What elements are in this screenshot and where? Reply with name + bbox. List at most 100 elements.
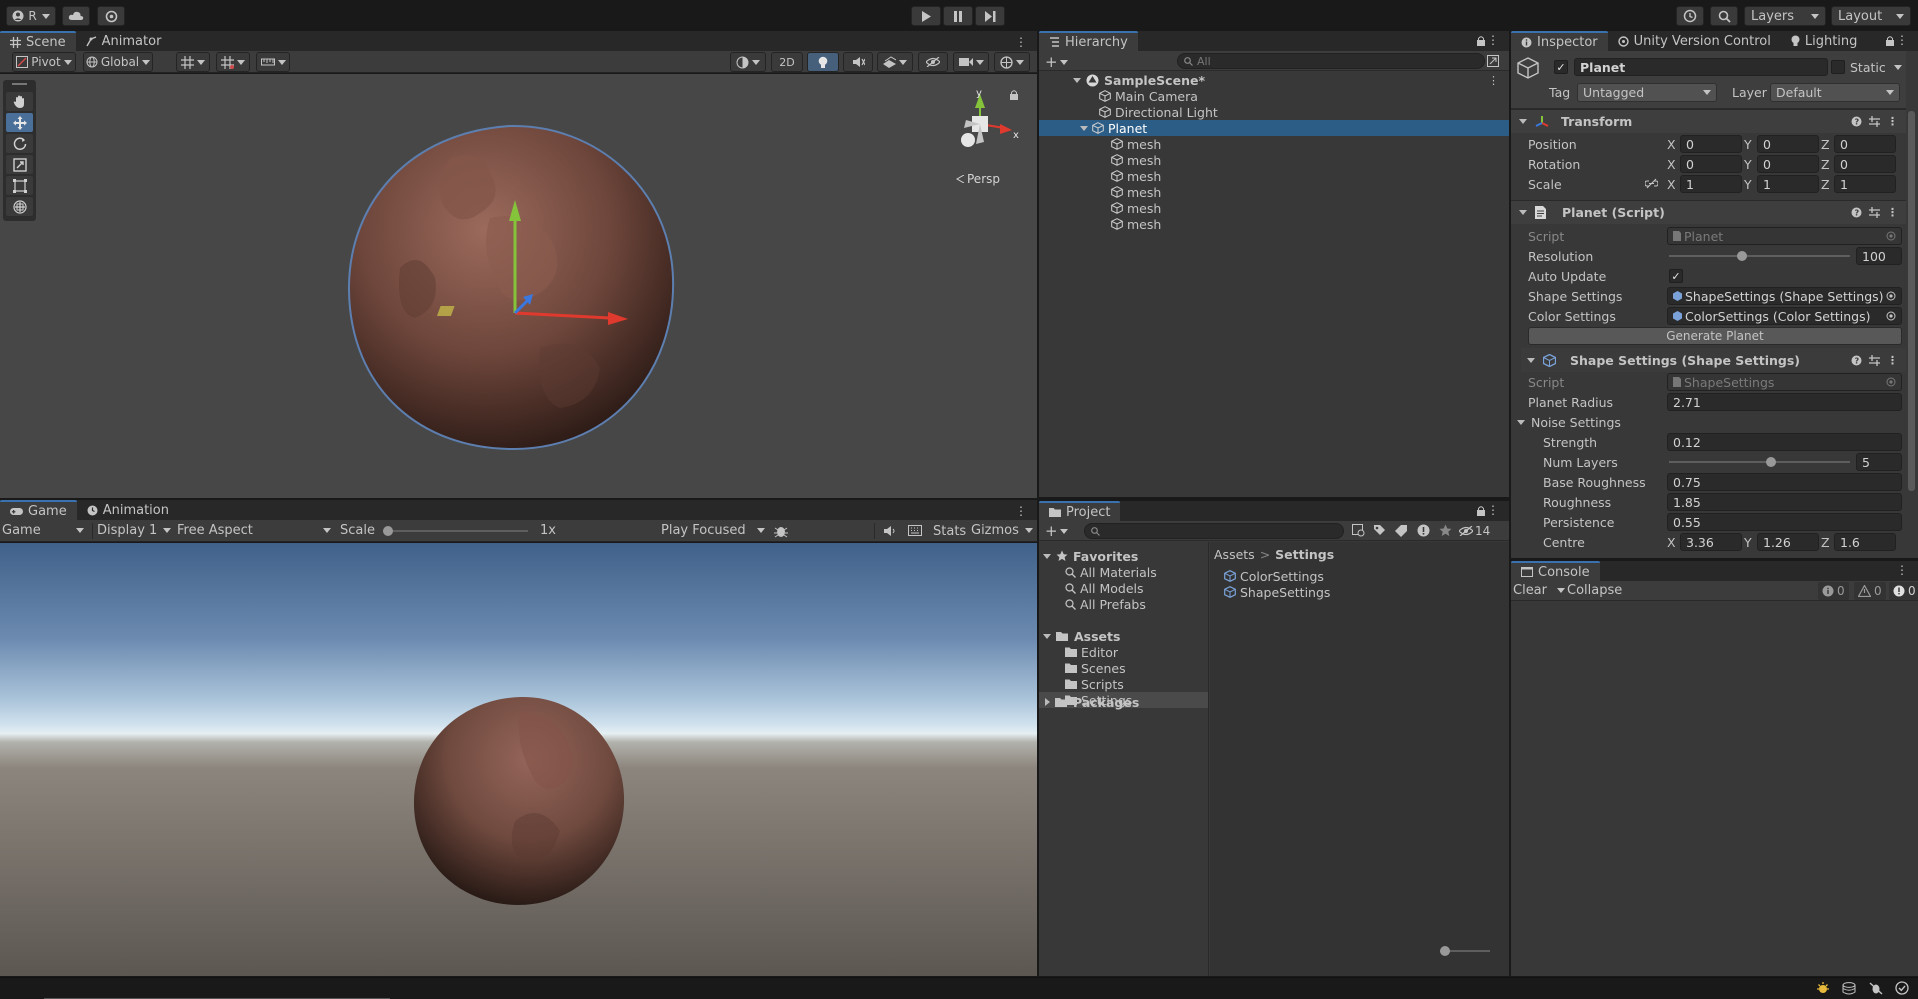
centre-z-field[interactable]: 1.6	[1834, 533, 1896, 551]
hierarchy-item[interactable]: mesh	[1039, 216, 1509, 232]
ruler-button[interactable]	[256, 52, 290, 72]
hidden-packages-toggle[interactable]: 14	[1459, 524, 1490, 538]
console-menu-icon[interactable]: ⋮	[1896, 563, 1908, 577]
debug-off-icon[interactable]	[1869, 982, 1883, 995]
active-checkbox[interactable]: ✓	[1554, 60, 1568, 74]
icon-size-thumb[interactable]	[1440, 946, 1450, 956]
account-button[interactable]: R	[6, 6, 56, 26]
asset-folder-item[interactable]: Editor	[1039, 644, 1208, 660]
status-check-icon[interactable]	[1895, 981, 1909, 995]
resolution-slider[interactable]	[1669, 249, 1850, 263]
tag-dropdown[interactable]: Untagged	[1577, 83, 1717, 102]
num-layers-field[interactable]: 5	[1856, 453, 1902, 471]
planet-script-header[interactable]: Planet (Script) ? ⋮	[1511, 200, 1906, 224]
hierarchy-item[interactable]: mesh	[1039, 184, 1509, 200]
scene-planet[interactable]	[340, 118, 680, 458]
lighting-toggle[interactable]	[807, 52, 839, 72]
component-menu-icon[interactable]: ⋮	[1887, 354, 1898, 367]
favorite-item[interactable]: All Prefabs	[1065, 596, 1146, 612]
tab-animation[interactable]: Animation	[77, 500, 179, 520]
base-roughness-field[interactable]: 0.75	[1667, 473, 1902, 491]
shape-settings-header[interactable]: Shape Settings (Shape Settings) ? ⋮	[1521, 348, 1906, 372]
color-settings-field[interactable]: ColorSettings (Color Settings)	[1667, 307, 1902, 325]
hierarchy-search[interactable]: All	[1177, 53, 1485, 69]
help-icon[interactable]: ?	[1851, 355, 1862, 366]
gizmo-lock-icon[interactable]	[1010, 90, 1018, 100]
pause-button[interactable]	[943, 6, 973, 26]
assets-header[interactable]: Assets	[1043, 628, 1120, 644]
play-button[interactable]	[911, 6, 941, 26]
visibility-toggle[interactable]	[918, 52, 948, 72]
project-search[interactable]	[1084, 523, 1344, 539]
tab-inspector[interactable]: Inspector	[1511, 31, 1608, 51]
scene-menu-icon[interactable]: ⋮	[1015, 35, 1027, 49]
object-picker-icon[interactable]	[1886, 291, 1896, 301]
static-dropdown-icon[interactable]	[1894, 65, 1902, 70]
camera-dropdown[interactable]	[953, 52, 989, 72]
tab-lighting[interactable]: Lighting	[1781, 31, 1868, 51]
rotation-y-field[interactable]: 0	[1757, 155, 1819, 173]
rotation-x-field[interactable]: 0	[1680, 155, 1742, 173]
hierarchy-add-button[interactable]: +	[1045, 53, 1068, 71]
audio-toggle[interactable]	[843, 52, 873, 72]
packages-header[interactable]: Packages	[1045, 694, 1139, 710]
auto-update-checkbox[interactable]: ✓	[1669, 269, 1683, 283]
tab-project[interactable]: Project	[1039, 501, 1121, 521]
icon-size-slider[interactable]	[1440, 946, 1490, 956]
constrain-scale-icon[interactable]	[1645, 178, 1658, 189]
gizmos-dropdown[interactable]	[994, 52, 1030, 72]
static-checkbox[interactable]	[1831, 60, 1845, 74]
resolution-slider-thumb[interactable]	[1737, 251, 1748, 261]
keyboard-icon[interactable]	[908, 525, 922, 536]
bug-icon[interactable]	[774, 524, 788, 538]
transform-header[interactable]: Transform ? ⋮	[1511, 109, 1906, 133]
cloud-button[interactable]	[62, 6, 90, 26]
grid-snap-button[interactable]	[176, 52, 210, 72]
global-dropdown[interactable]: Global	[83, 52, 153, 72]
collapse-button[interactable]: Collapse	[1567, 583, 1622, 598]
tag-icon[interactable]	[1395, 524, 1408, 537]
generate-planet-button[interactable]: Generate Planet	[1528, 327, 1902, 345]
tab-console[interactable]: Console	[1511, 561, 1600, 581]
effects-dropdown[interactable]	[877, 52, 913, 72]
gizmos-game-dropdown[interactable]: Gizmos	[971, 523, 1033, 538]
preset-icon[interactable]	[1869, 207, 1880, 218]
favorite-item[interactable]: All Materials	[1065, 564, 1157, 580]
stats-button[interactable]: Stats	[933, 524, 966, 539]
layers-dropdown[interactable]: Layers	[1744, 6, 1826, 26]
hierarchy-menu-icon[interactable]: ⋮	[1487, 33, 1499, 47]
inspector-menu-icon[interactable]: ⋮	[1896, 33, 1908, 47]
hierarchy-lock-icon[interactable]	[1477, 36, 1485, 46]
hierarchy-item[interactable]: mesh	[1039, 136, 1509, 152]
object-name-field[interactable]: Planet	[1574, 58, 1828, 76]
scene-viewport[interactable]: y x Persp	[0, 74, 1037, 498]
component-menu-icon[interactable]: ⋮	[1887, 115, 1898, 128]
scale-z-field[interactable]: 1	[1834, 175, 1896, 193]
search-by-type-icon[interactable]	[1352, 524, 1365, 537]
tab-scene[interactable]: Scene	[0, 31, 76, 51]
layer-dropdown[interactable]: Default	[1770, 83, 1900, 102]
strength-field[interactable]: 0.12	[1667, 433, 1902, 451]
rect-tool[interactable]	[6, 176, 33, 195]
asset-folder-item[interactable]: Scripts	[1039, 676, 1208, 692]
hierarchy-item[interactable]: mesh	[1039, 200, 1509, 216]
history-button[interactable]	[1676, 6, 1704, 26]
services-button[interactable]	[97, 6, 125, 26]
asset-file-item[interactable]: ShapeSettings	[1224, 584, 1330, 600]
search-button[interactable]	[1710, 6, 1738, 26]
step-button[interactable]	[975, 6, 1005, 26]
persp-label[interactable]: Persp	[956, 172, 1000, 186]
lighting-bake-icon[interactable]	[1816, 981, 1830, 995]
num-layers-slider-thumb[interactable]	[1766, 457, 1777, 467]
component-menu-icon[interactable]: ⋮	[1887, 206, 1898, 219]
pivot-dropdown[interactable]: Pivot	[12, 52, 76, 72]
position-y-field[interactable]: 0	[1757, 135, 1819, 153]
planet-radius-field[interactable]: 2.71	[1667, 393, 1902, 411]
game-viewport[interactable]	[0, 543, 1037, 976]
hierarchy-item[interactable]: Planet	[1039, 120, 1509, 136]
persistence-field[interactable]: 0.55	[1667, 513, 1902, 531]
tab-version-control[interactable]: Unity Version Control	[1608, 31, 1781, 51]
log-info-icon[interactable]	[1417, 524, 1430, 537]
scale-slider-thumb[interactable]	[382, 525, 393, 536]
rotation-z-field[interactable]: 0	[1834, 155, 1896, 173]
